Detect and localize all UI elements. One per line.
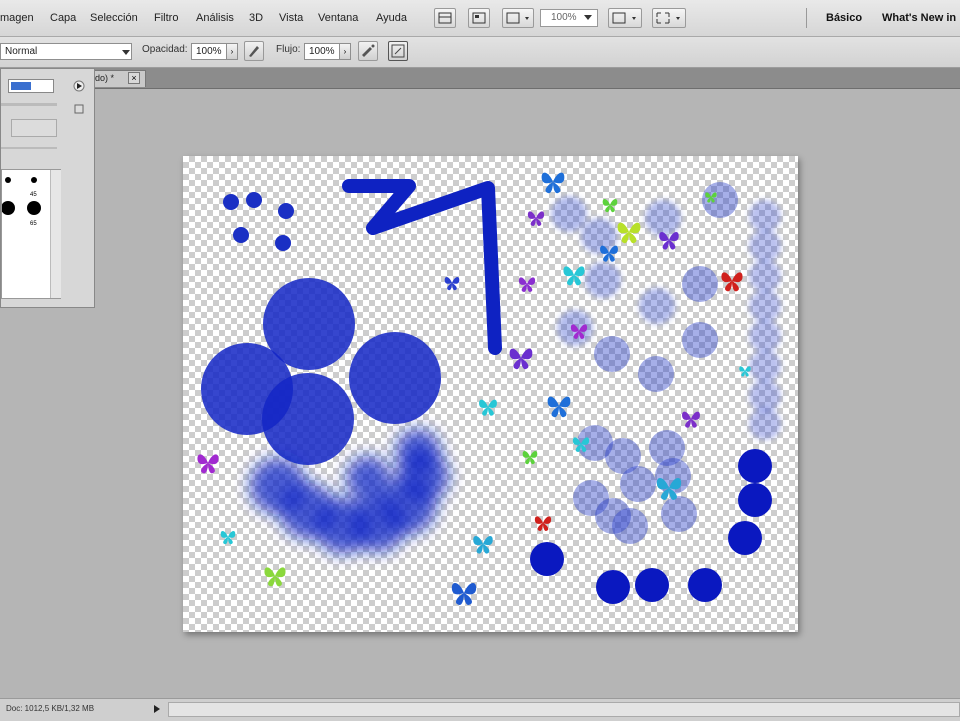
airbrush-icon: [362, 44, 375, 57]
tablet-opacity-button[interactable]: [244, 41, 264, 61]
chevron-down-icon[interactable]: [122, 50, 130, 56]
brush-size-number: 45: [30, 192, 37, 198]
save-preset-icon[interactable]: [73, 103, 85, 115]
blend-mode-value: Normal: [5, 46, 38, 57]
screen-mode-button[interactable]: [434, 8, 456, 28]
image-icon: [472, 12, 486, 24]
brush-tip-icon[interactable]: [5, 177, 11, 183]
document-tab-label: do) *: [95, 73, 115, 83]
brush-tip-icon[interactable]: [31, 177, 37, 183]
play-circle-icon[interactable]: [73, 80, 85, 92]
hardness-box[interactable]: [11, 119, 57, 137]
menu-seleccion[interactable]: Selección: [90, 12, 138, 24]
blend-mode-select[interactable]: Normal: [0, 43, 132, 60]
options-bar: Normal Opacidad: 100% › Flujo: 100% ›: [0, 37, 960, 68]
tablet-size-button[interactable]: [388, 41, 408, 61]
canvas[interactable]: [183, 156, 798, 632]
horizontal-scrollbar[interactable]: [168, 702, 960, 717]
document-size-info: Doc: 1012,5 KB/1,32 MB: [6, 704, 95, 713]
scrollbar[interactable]: [50, 170, 61, 298]
size-slider[interactable]: [1, 103, 57, 106]
view-extras-button[interactable]: [608, 8, 642, 28]
menu-3d[interactable]: 3D: [249, 12, 263, 24]
brush-size-number: 65: [30, 221, 37, 227]
hardness-slider[interactable]: [1, 147, 57, 149]
arrange-icon: [506, 12, 529, 24]
zoom-chevron-down-icon[interactable]: [584, 15, 592, 21]
fullscreen-icon: [656, 12, 680, 24]
flow-label: Flujo:: [276, 44, 301, 55]
menu-ventana[interactable]: Ventana: [318, 12, 358, 24]
menu-filtro[interactable]: Filtro: [154, 12, 178, 24]
document-tab-strip: do) * ×: [0, 68, 960, 89]
workspace-basico[interactable]: Básico: [826, 12, 862, 24]
workspace-whats-new[interactable]: What's New in: [882, 12, 956, 24]
menu-vista[interactable]: Vista: [279, 12, 303, 24]
screen-view-button[interactable]: [652, 8, 686, 28]
status-bar: Doc: 1012,5 KB/1,32 MB: [0, 698, 960, 721]
airbrush-button[interactable]: [358, 41, 378, 61]
pen-pressure-icon: [249, 46, 259, 57]
grid-icon: [438, 12, 452, 24]
menu-imagen[interactable]: magen: [0, 12, 34, 24]
layout-icon: [612, 12, 636, 24]
close-tab-icon[interactable]: ×: [128, 72, 140, 84]
menu-bar: magen Capa Selección Filtro Análisis 3D …: [0, 0, 960, 37]
brush-preset-panel: 45 65: [0, 68, 95, 308]
menu-analisis[interactable]: Análisis: [196, 12, 234, 24]
opacity-label: Opacidad:: [142, 44, 188, 55]
menu-ayuda[interactable]: Ayuda: [376, 12, 407, 24]
separator: [806, 8, 807, 28]
artwork: [197, 172, 781, 605]
flow-input[interactable]: 100%: [304, 43, 340, 60]
brush-panel-icon: [391, 44, 405, 58]
opacity-input[interactable]: 100%: [191, 43, 227, 60]
flow-slider-button[interactable]: ›: [339, 43, 351, 60]
brush-size-input[interactable]: [8, 79, 54, 93]
camera-raw-button[interactable]: [468, 8, 490, 28]
opacity-slider-button[interactable]: ›: [226, 43, 238, 60]
arrange-docs-button[interactable]: [502, 8, 534, 28]
brush-tip-icon[interactable]: [27, 201, 41, 215]
brush-tip-icon[interactable]: [1, 201, 15, 215]
selection-highlight: [11, 82, 31, 90]
brush-tip-list[interactable]: 45 65: [1, 169, 61, 299]
status-menu-arrow-icon[interactable]: [152, 704, 162, 714]
menu-capa[interactable]: Capa: [50, 12, 76, 24]
